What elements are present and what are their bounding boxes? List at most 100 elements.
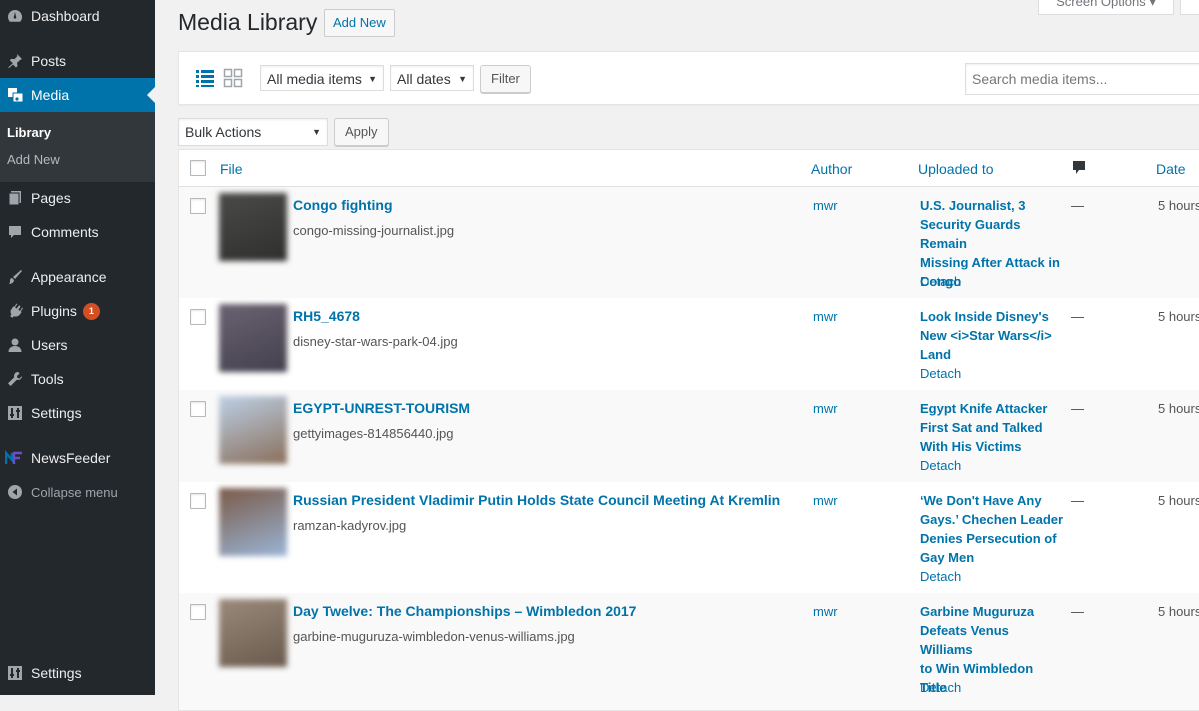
- table-row: Congo fighting congo-missing-journalist.…: [179, 187, 1199, 298]
- media-filename: ramzan-kadyrov.jpg: [293, 518, 407, 533]
- upload-date: 5 hours ago: [1158, 309, 1199, 324]
- plugins-update-badge: 1: [82, 302, 100, 320]
- chevron-down-icon: ▼: [312, 127, 321, 137]
- uploaded-to-line: Gays.’ Chechen Leader: [920, 512, 1064, 527]
- media-filename: congo-missing-journalist.jpg: [293, 223, 455, 238]
- author-link[interactable]: mwr: [813, 493, 838, 508]
- media-submenu: Library Add New: [0, 112, 155, 182]
- upload-date: 5 hours ago: [1158, 604, 1199, 619]
- uploaded-to-line: With His Victims: [920, 439, 1022, 454]
- comment-count: —: [1071, 198, 1084, 213]
- menu-pages[interactable]: Pages: [0, 181, 155, 215]
- uploaded-to-line: Gay Men: [920, 550, 975, 565]
- date-filter-select[interactable]: All dates ▼: [390, 65, 474, 91]
- apply-button[interactable]: Apply: [334, 118, 389, 146]
- author-link[interactable]: mwr: [813, 309, 838, 324]
- screen-options-button[interactable]: Screen Options ▾: [1038, 0, 1174, 15]
- table-header: File Author Uploaded to Date: [179, 150, 1199, 187]
- menu-newsfeeder[interactable]: NewsFeeder: [0, 441, 155, 475]
- menu-dashboard-label: Dashboard: [31, 8, 100, 24]
- detach-link[interactable]: Detach: [920, 458, 961, 473]
- submenu-add-new[interactable]: Add New: [7, 152, 60, 167]
- media-title-link[interactable]: Day Twelve: The Championships – Wimbledo…: [293, 603, 636, 619]
- bulk-actions-select[interactable]: Bulk Actions ▼: [178, 118, 328, 146]
- help-tab[interactable]: [1180, 0, 1199, 15]
- menu-settings-bottom[interactable]: Settings: [0, 656, 155, 690]
- uploaded-to-line: Land: [920, 347, 952, 362]
- media-title-link[interactable]: Congo fighting: [293, 197, 393, 213]
- table-row: Day Twelve: The Championships – Wimbledo…: [179, 593, 1199, 710]
- column-file[interactable]: File: [220, 161, 243, 177]
- media-filename: disney-star-wars-park-04.jpg: [293, 334, 458, 349]
- search-input[interactable]: Search media items...: [965, 63, 1199, 95]
- filter-button[interactable]: Filter: [480, 65, 531, 93]
- uploaded-to-line: Defeats Venus Williams: [920, 623, 1009, 657]
- media-table: File Author Uploaded to Date Congo fight…: [178, 149, 1199, 711]
- row-checkbox[interactable]: [190, 198, 206, 214]
- wrench-icon: [5, 369, 25, 389]
- detach-link[interactable]: Detach: [920, 274, 961, 289]
- add-new-button[interactable]: Add New: [324, 9, 395, 37]
- column-uploaded-to[interactable]: Uploaded to: [918, 161, 994, 177]
- menu-settings[interactable]: Settings: [0, 396, 155, 430]
- row-checkbox[interactable]: [190, 309, 206, 325]
- media-type-select[interactable]: All media items ▼: [260, 65, 384, 91]
- menu-posts[interactable]: Posts: [0, 44, 155, 78]
- collapse-menu-button[interactable]: Collapse menu: [0, 475, 155, 509]
- row-checkbox[interactable]: [190, 401, 206, 417]
- row-checkbox[interactable]: [190, 493, 206, 509]
- media-thumbnail[interactable]: [219, 599, 287, 667]
- menu-media[interactable]: Media: [0, 78, 155, 112]
- menu-users[interactable]: Users: [0, 328, 155, 362]
- detach-link[interactable]: Detach: [920, 569, 961, 584]
- chevron-down-icon: ▼: [458, 74, 467, 84]
- detach-link[interactable]: Detach: [920, 680, 961, 695]
- menu-appearance[interactable]: Appearance: [0, 260, 155, 294]
- comment-bubble-icon[interactable]: [1072, 160, 1086, 179]
- row-checkbox[interactable]: [190, 604, 206, 620]
- select-all-checkbox[interactable]: [190, 160, 206, 176]
- chevron-down-icon: ▼: [368, 74, 377, 84]
- detach-link[interactable]: Detach: [920, 366, 961, 381]
- media-thumbnail[interactable]: [219, 193, 287, 261]
- menu-comments[interactable]: Comments: [0, 215, 155, 249]
- column-author[interactable]: Author: [811, 161, 852, 177]
- collapse-menu-label: Collapse menu: [31, 484, 118, 500]
- submenu-library[interactable]: Library: [7, 125, 51, 140]
- media-icon: [5, 85, 25, 105]
- media-filename: garbine-muguruza-wimbledon-venus-william…: [293, 629, 575, 644]
- media-title-link[interactable]: Russian President Vladimir Putin Holds S…: [293, 492, 780, 508]
- uploaded-to-line: Egypt Knife Attacker: [920, 401, 1048, 416]
- menu-pages-label: Pages: [31, 190, 71, 206]
- menu-tools[interactable]: Tools: [0, 362, 155, 396]
- media-thumbnail[interactable]: [219, 396, 287, 464]
- uploaded-to-link[interactable]: ‘We Don't Have Any Gays.’ Chechen Leader…: [920, 491, 1065, 567]
- media-thumbnail[interactable]: [219, 304, 287, 372]
- menu-plugins[interactable]: Plugins 1: [0, 294, 155, 328]
- uploaded-to-link[interactable]: Egypt Knife Attacker First Sat and Talke…: [920, 399, 1065, 456]
- media-thumbnail[interactable]: [219, 488, 287, 556]
- page-title: Media Library: [178, 9, 318, 35]
- list-view-icon[interactable]: [195, 68, 215, 88]
- admin-sidebar: Dashboard Posts Media Library Add New Pa…: [0, 0, 155, 695]
- grid-view-icon[interactable]: [223, 68, 243, 88]
- media-filter-bar: All media items ▼ All dates ▼ Filter Sea…: [178, 51, 1199, 105]
- media-title-link[interactable]: EGYPT-UNREST-TOURISM: [293, 400, 470, 416]
- author-link[interactable]: mwr: [813, 401, 838, 416]
- menu-dashboard[interactable]: Dashboard: [0, 0, 155, 33]
- media-title-link[interactable]: RH5_4678: [293, 308, 360, 324]
- author-link[interactable]: mwr: [813, 198, 838, 213]
- column-date[interactable]: Date: [1156, 161, 1186, 177]
- upload-date: 5 hours ago: [1158, 401, 1199, 416]
- uploaded-to-line: New <i>Star Wars</i>: [920, 328, 1052, 343]
- uploaded-to-link[interactable]: Look Inside Disney's New <i>Star Wars</i…: [920, 307, 1065, 364]
- bulk-actions-value: Bulk Actions: [185, 124, 262, 140]
- newsfeeder-logo-icon: [5, 448, 25, 468]
- menu-settings-label: Settings: [31, 405, 82, 421]
- pushpin-icon: [5, 51, 25, 71]
- comment-count: —: [1071, 309, 1084, 324]
- menu-newsfeeder-label: NewsFeeder: [31, 450, 111, 466]
- upload-date: 5 hours ago: [1158, 198, 1199, 213]
- author-link[interactable]: mwr: [813, 604, 838, 619]
- settings-icon: [5, 403, 25, 423]
